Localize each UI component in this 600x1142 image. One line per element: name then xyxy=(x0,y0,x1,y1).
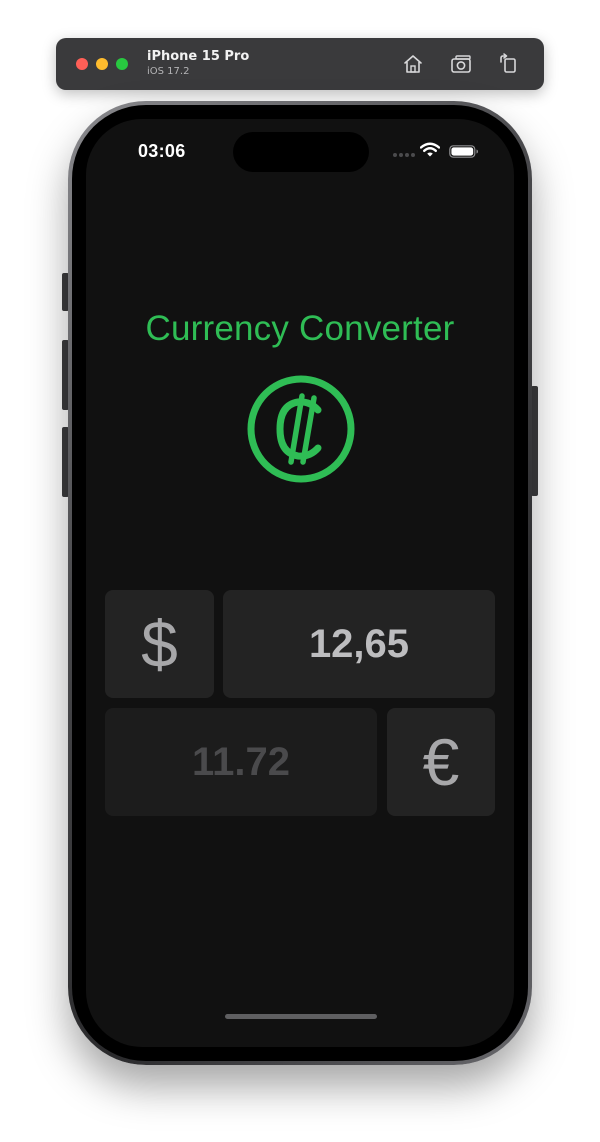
home-indicator[interactable] xyxy=(225,1014,377,1019)
minimize-window-button[interactable] xyxy=(96,58,108,70)
to-currency-button[interactable]: € xyxy=(387,708,495,816)
rotate-icon xyxy=(500,53,516,73)
from-amount-field-container[interactable] xyxy=(223,590,495,698)
app-title: Currency Converter xyxy=(145,309,455,348)
rotate-button[interactable] xyxy=(495,51,521,77)
screenshot-button[interactable] xyxy=(449,51,475,77)
device-name: iPhone 15 Pro xyxy=(147,49,250,64)
dollar-icon: $ xyxy=(141,607,178,681)
from-currency-button[interactable]: $ xyxy=(105,590,214,698)
home-icon xyxy=(404,55,422,73)
dynamic-island xyxy=(233,132,369,172)
home-button[interactable] xyxy=(400,51,426,77)
simulator-toolbar: iPhone 15 Pro iOS 17.2 xyxy=(56,38,544,90)
close-window-button[interactable] xyxy=(76,58,88,70)
to-amount-display: 11.72 xyxy=(105,708,377,816)
to-amount-value: 11.72 xyxy=(192,739,290,784)
battery-icon xyxy=(449,145,478,158)
power-button xyxy=(531,386,538,496)
status-time: 03:06 xyxy=(138,141,186,161)
phone-screen: 03:06 Currency Converter $ 12,65 11.72 € xyxy=(86,119,514,1047)
screenshot-stage: iPhone 15 Pro iOS 17.2 03:06 Currency Co… xyxy=(0,0,600,1142)
cellular-signal-icon xyxy=(393,153,415,157)
os-version: iOS 17.2 xyxy=(147,66,190,77)
wifi-icon xyxy=(420,142,440,157)
euro-icon: € xyxy=(422,725,460,799)
zoom-window-button[interactable] xyxy=(116,58,128,70)
colon-currency-icon xyxy=(247,375,355,483)
camera-icon xyxy=(451,55,471,73)
from-amount-input[interactable] xyxy=(223,590,495,698)
